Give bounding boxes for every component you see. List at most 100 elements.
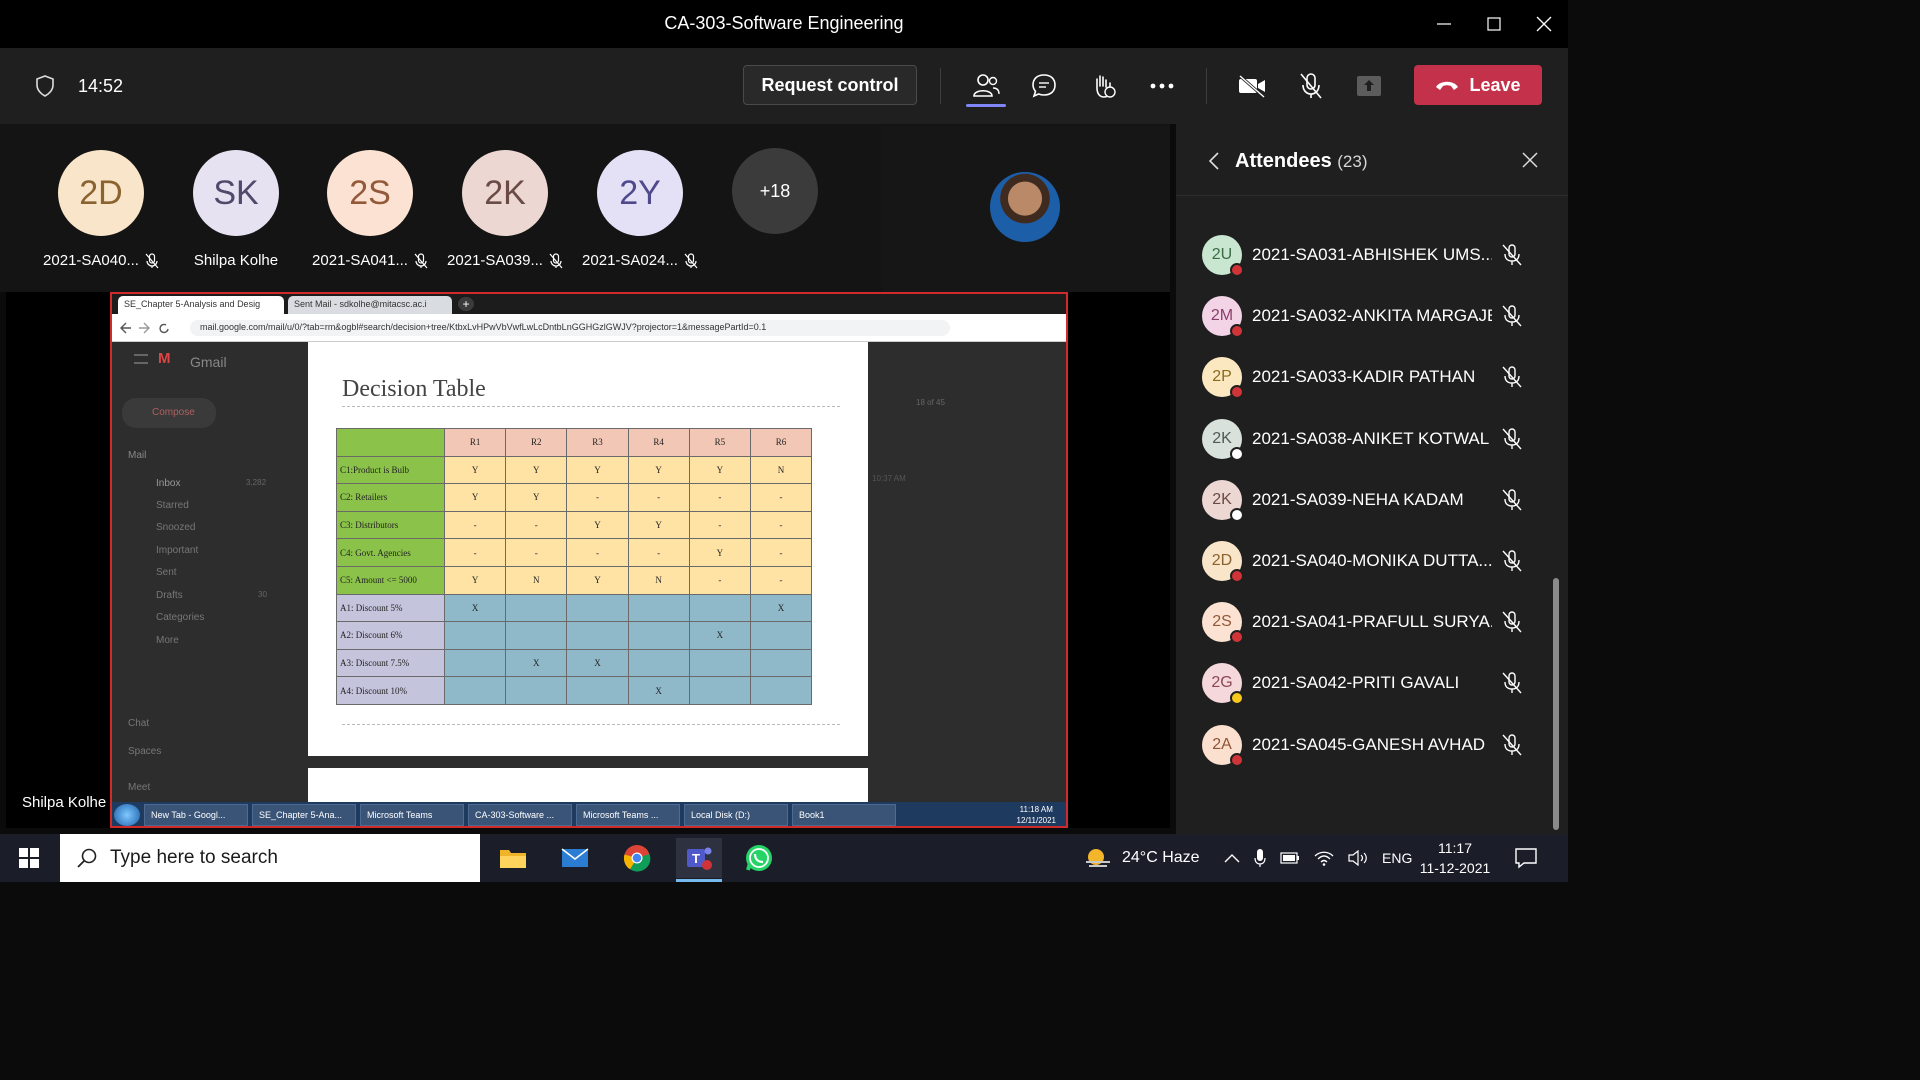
mic-off-icon (414, 252, 428, 268)
avatar: 2D (58, 150, 144, 236)
avatar: 2Y (597, 150, 683, 236)
file-explorer-button[interactable] (492, 838, 534, 878)
share-tray-button[interactable] (1351, 68, 1387, 104)
mic-off-icon (549, 252, 563, 268)
table-cell: Y (627, 510, 690, 540)
table-cell: - (688, 565, 751, 595)
new-tab-icon[interactable]: + (458, 297, 474, 311)
browser-tab[interactable]: SE_Chapter 5-Analysis and Desig (118, 296, 284, 314)
close-window-button[interactable] (1524, 8, 1564, 40)
back-chevron-icon[interactable] (1209, 152, 1219, 170)
attendee-name: 2021-SA032-ANKITA MARGAJE (1252, 306, 1492, 326)
document-divider (342, 406, 840, 407)
attendee-row[interactable]: 2K 2021-SA039-NEHA KADAM (1202, 476, 1542, 526)
maximize-button[interactable] (1474, 8, 1514, 40)
nav-important[interactable]: Important (156, 545, 198, 556)
nav-arrows-icon[interactable] (120, 322, 170, 334)
request-control-button[interactable]: Request control (743, 65, 917, 105)
wifi-icon[interactable] (1314, 850, 1334, 866)
camera-off-icon (1239, 74, 1265, 98)
more-actions-button[interactable] (1144, 68, 1180, 104)
attendee-name: 2021-SA033-KADIR PATHAN (1252, 367, 1476, 387)
mail-app-button[interactable] (554, 838, 596, 878)
table-cell: Y (443, 483, 507, 512)
compose-button[interactable]: Compose (122, 398, 216, 428)
participant-tile[interactable]: 2S (315, 150, 425, 236)
clock-date: 11-12-2021 (1419, 860, 1491, 876)
attendee-row[interactable]: 2P 2021-SA033-KADIR PATHAN (1202, 353, 1542, 403)
attendee-row[interactable]: 2M 2021-SA032-ANKITA MARGAJE (1202, 292, 1542, 342)
more-participants-button[interactable]: +18 (732, 148, 818, 234)
microphone-icon[interactable] (1254, 848, 1266, 868)
participant-tile[interactable]: SK (181, 150, 291, 236)
participant-tile[interactable]: 2K (450, 150, 560, 236)
mic-toggle-button[interactable] (1293, 68, 1329, 104)
participant-name: 2021-SA040... (36, 252, 166, 269)
participant-tile[interactable]: 2Y (585, 150, 695, 236)
avatar: SK (193, 150, 279, 236)
whatsapp-button[interactable] (738, 838, 780, 878)
attendee-row[interactable]: 2U 2021-SA031-ABHISHEK UMS... (1202, 231, 1542, 281)
attendee-row[interactable]: 2D 2021-SA040-MONIKA DUTTA... (1202, 537, 1542, 587)
attendee-row[interactable]: 2A 2021-SA045-GANESH AVHAD (1202, 721, 1542, 771)
mic-off-icon (1502, 550, 1522, 572)
row-label: A2: Discount 6% (336, 621, 445, 650)
teams-button[interactable]: T (676, 838, 722, 878)
row-label: A1: Discount 5% (336, 593, 445, 623)
nav-starred[interactable]: Starred (156, 500, 189, 511)
weather-widget[interactable]: 24°C Haze (1084, 834, 1200, 882)
notifications-button[interactable] (1514, 834, 1538, 882)
input-language[interactable]: ENG (1382, 850, 1412, 866)
chrome-button[interactable] (616, 838, 658, 878)
camera-toggle-button[interactable] (1234, 68, 1270, 104)
windows-start-orb-icon (114, 804, 140, 826)
taskbar-clock[interactable]: 11:17 11-12-2021 (1412, 838, 1498, 878)
browser-tab[interactable]: Sent Mail - sdkolhe@mitacsc.ac.i (288, 296, 452, 314)
attendee-row[interactable]: 2G 2021-SA042-PRITI GAVALI (1202, 659, 1542, 709)
nav-categories[interactable]: Categories (156, 612, 204, 623)
nav-snoozed[interactable]: Snoozed (156, 522, 195, 533)
start-button[interactable] (0, 834, 58, 882)
table-cell: Y (566, 565, 629, 595)
leave-button[interactable]: Leave (1414, 65, 1542, 105)
url-field[interactable]: mail.google.com/mail/u/0/?tab=rm&ogbl#se… (190, 320, 950, 336)
attendee-name: 2021-SA045-GANESH AVHAD (1252, 734, 1486, 754)
mic-off-icon (1502, 611, 1522, 633)
attendees-scrollbar[interactable] (1553, 578, 1559, 830)
table-cell: X (505, 648, 568, 678)
presence-status-icon (1230, 691, 1244, 706)
nav-drafts[interactable]: Drafts (156, 590, 183, 601)
condition-row: C3: Distributors - - Y Y - - (336, 510, 813, 540)
minimize-button[interactable] (1424, 8, 1464, 40)
table-cell: - (688, 510, 751, 540)
attendee-row[interactable]: 2K 2021-SA038-ANIKET KOTWAL (1202, 415, 1542, 465)
attendee-name: 2021-SA031-ABHISHEK UMS... (1252, 245, 1492, 264)
action-row: A4: Discount 10% X (336, 676, 813, 705)
participant-tile[interactable]: 2D (46, 150, 156, 236)
table-cell: - (749, 538, 813, 567)
maximize-icon (1487, 17, 1501, 31)
mail-section-label: Mail (128, 450, 147, 461)
table-cell: - (443, 538, 507, 567)
chevron-up-icon[interactable] (1224, 853, 1240, 863)
mail-icon (561, 848, 589, 867)
menu-icon[interactable] (134, 354, 148, 364)
attendees-count: (23) (1337, 152, 1368, 171)
volume-icon[interactable] (1348, 850, 1368, 866)
attendee-name: 2021-SA040-MONIKA DUTTA... (1252, 551, 1492, 570)
nav-inbox[interactable]: Inbox (156, 478, 180, 489)
taskbar-search-box[interactable]: Type here to search (60, 834, 480, 882)
chat-button[interactable] (1026, 68, 1062, 104)
leave-label: Leave (1469, 74, 1521, 95)
nav-more[interactable]: More (156, 635, 179, 646)
reactions-button[interactable] (1085, 68, 1121, 104)
attendee-row[interactable]: 2S 2021-SA041-PRAFULL SURYA... (1202, 598, 1542, 648)
nav-sent[interactable]: Sent (156, 567, 177, 578)
mic-off-icon (1502, 733, 1522, 756)
close-panel-icon[interactable] (1522, 152, 1538, 168)
shared-screen[interactable]: SE_Chapter 5-Analysis and Desig Sent Mai… (110, 292, 1068, 828)
column-header: R6 (749, 428, 813, 457)
people-button[interactable] (968, 68, 1004, 104)
shield-icon[interactable] (34, 74, 56, 98)
battery-icon[interactable] (1280, 852, 1300, 864)
